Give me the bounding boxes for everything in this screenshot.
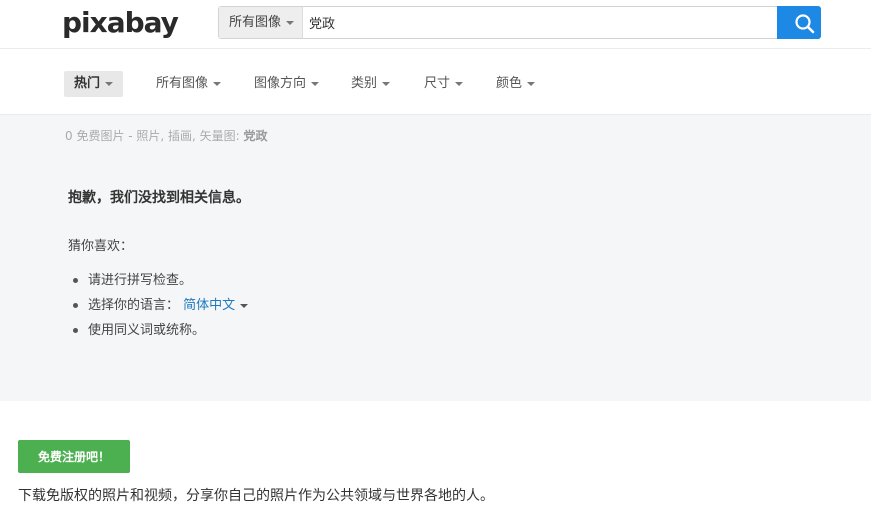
suggestion-item: 选择你的语言： 简体中文 <box>70 293 249 318</box>
filter-label: 热门 <box>74 76 101 91</box>
signup-button[interactable]: 免费注册吧！ <box>18 440 130 473</box>
search-icon <box>795 14 815 34</box>
chevron-down-icon <box>311 81 320 86</box>
language-selector[interactable]: 简体中文 <box>183 298 249 313</box>
filter-label: 所有图像 <box>156 76 209 91</box>
filter-image-type[interactable]: 所有图像 <box>156 71 222 97</box>
suggestions-heading: 猜你喜欢： <box>68 239 134 254</box>
tagline: 下载免版权的照片和视频，分享你自己的照片作为公共领域与世界各地的人。 <box>18 488 494 504</box>
suggestion-text: 选择你的语言： <box>88 298 180 313</box>
no-results-message: 抱歉，我们没找到相关信息。 <box>68 190 250 206</box>
chevron-down-icon <box>527 81 536 86</box>
suggestion-text: 请进行拼写检查。 <box>88 273 193 288</box>
filter-label: 颜色 <box>496 76 523 91</box>
suggestion-text: 使用同义词或统称。 <box>88 323 206 338</box>
results-query: 党政 <box>243 129 268 143</box>
chevron-down-icon <box>240 303 249 308</box>
suggestion-item: 使用同义词或统称。 <box>70 318 248 343</box>
search-type-label: 所有图像 <box>229 15 282 30</box>
suggestions-list: 请进行拼写检查。 选择你的语言： 简体中文 使用同义词或统称。 <box>70 268 249 343</box>
pixabay-logo[interactable]: pixabay <box>62 6 179 40</box>
chevron-down-icon <box>455 81 464 86</box>
filter-category[interactable]: 类别 <box>351 71 391 97</box>
results-area: 0 免费图片 - 照片, 插画, 矢量图: 党政 抱歉，我们没找到相关信息。 猜… <box>0 115 871 401</box>
filter-popular[interactable]: 热门 <box>64 71 124 97</box>
filter-label: 类别 <box>351 76 378 91</box>
search-input[interactable] <box>309 7 769 38</box>
filter-label: 图像方向 <box>254 76 307 91</box>
filter-label: 尺寸 <box>424 76 451 91</box>
search-bar: 所有图像 <box>218 6 821 39</box>
search-type-dropdown[interactable]: 所有图像 <box>219 7 303 38</box>
filter-orientation[interactable]: 图像方向 <box>254 71 320 97</box>
header: pixabay 所有图像 <box>0 0 871 49</box>
results-count-prefix: 0 免费图片 - 照片, 插画, 矢量图: <box>65 129 244 143</box>
chevron-down-icon <box>382 81 391 86</box>
suggestion-item: 请进行拼写检查。 <box>70 268 248 293</box>
filter-size[interactable]: 尺寸 <box>424 71 464 97</box>
filter-color[interactable]: 颜色 <box>496 71 536 97</box>
language-label: 简体中文 <box>183 298 236 313</box>
search-button[interactable] <box>777 6 821 39</box>
filter-bar: 热门 所有图像 图像方向 类别 尺寸 颜色 <box>0 49 871 115</box>
results-count: 0 免费图片 - 照片, 插画, 矢量图: 党政 <box>65 127 268 144</box>
chevron-down-icon <box>213 81 222 86</box>
chevron-down-icon <box>286 20 295 25</box>
chevron-down-icon <box>105 81 114 86</box>
